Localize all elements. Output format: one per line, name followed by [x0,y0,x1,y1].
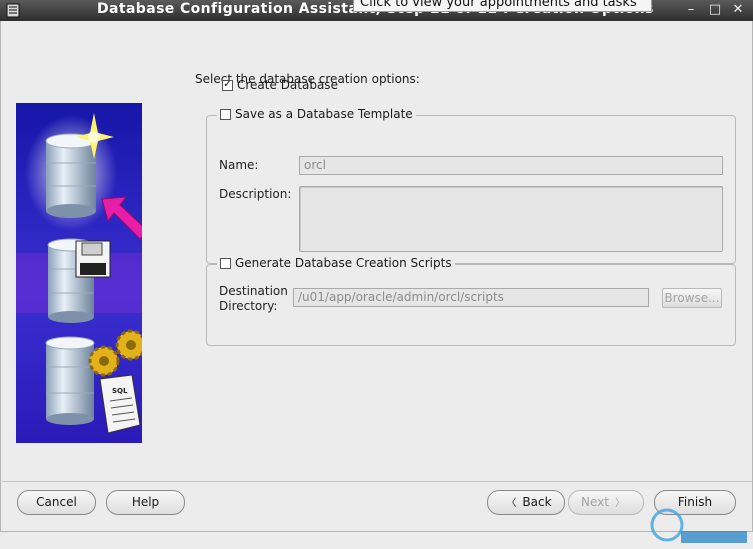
watermark-logo [650,508,747,543]
destination-label-line2: Directory: [219,299,278,313]
generate-scripts-label: Generate Database Creation Scripts [235,256,452,270]
title-bar[interactable]: Database Configuration Assistant, Step 1… [0,0,753,21]
taskbar-tooltip: Click to view your appointments and task… [353,0,652,12]
create-database-label: Create Database [237,78,338,92]
dialog-frame: SQL Select the database creation options… [0,21,753,543]
generate-scripts-checkbox[interactable] [220,257,231,269]
back-label: Back [522,495,552,509]
create-database-option[interactable]: ✓ Create Database [222,78,338,92]
next-button[interactable]: Next 〉 [568,490,644,515]
svg-text:SQL: SQL [112,387,128,395]
close-icon[interactable]: ✕ [730,2,746,18]
minimize-icon[interactable]: – [683,2,699,18]
template-description-field[interactable] [299,186,723,252]
help-button[interactable]: Help [106,490,185,515]
template-name-label: Name: [219,158,259,172]
destination-directory-field[interactable]: /u01/app/oracle/admin/orcl/scripts [293,288,649,307]
save-template-checkbox[interactable] [220,108,231,120]
chevron-left-icon: 〈 [506,498,517,509]
destination-directory-label: Destination Directory: [219,284,288,314]
destination-label-line1: Destination [219,284,288,298]
app-icon [6,3,20,18]
template-name-field[interactable]: orcl [299,156,723,175]
database-illustration: SQL [16,103,142,443]
next-label: Next [581,495,609,509]
create-database-checkbox[interactable]: ✓ [222,79,233,91]
save-template-label: Save as a Database Template [235,107,413,121]
template-group: Save as a Database Template Name: orcl D… [206,107,736,264]
scripts-group: Generate Database Creation Scripts Desti… [206,256,736,346]
save-template-option[interactable]: Save as a Database Template [217,107,416,121]
chevron-right-icon: 〉 [614,498,625,509]
browse-button[interactable]: Browse... [662,288,722,308]
cancel-button[interactable]: Cancel [17,490,96,515]
template-description-label: Description: [219,187,292,201]
button-separator [2,481,752,482]
back-button[interactable]: 〈 Back [487,490,565,515]
generate-scripts-option[interactable]: Generate Database Creation Scripts [217,256,455,270]
maximize-icon[interactable]: □ [707,2,723,18]
